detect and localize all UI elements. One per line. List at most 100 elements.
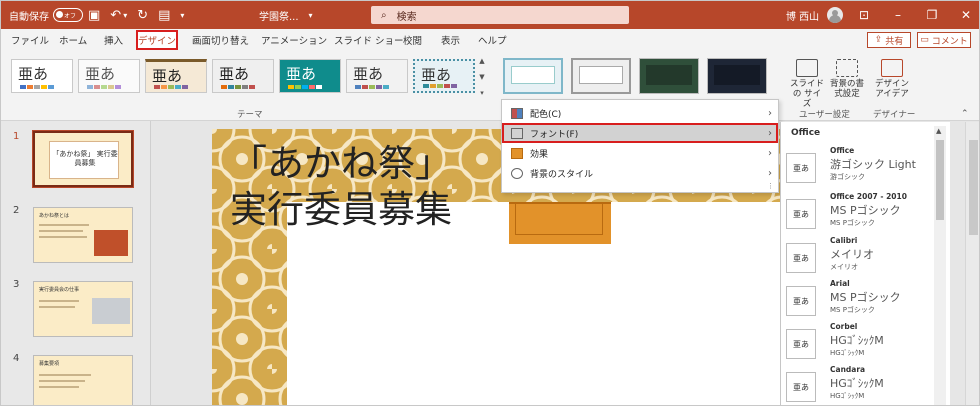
document-title[interactable]: 学園祭...: [259, 8, 299, 23]
font-option-candara[interactable]: 亜あ Candara HGｺﾞｼｯｸM HGｺﾞｼｯｸM: [781, 365, 941, 405]
font-icon: [511, 127, 523, 139]
tab-review[interactable]: 校閲: [403, 33, 422, 47]
font-option-calibri[interactable]: 亜あ Calibri メイリオ メイリオ: [781, 236, 941, 280]
tab-home[interactable]: ホーム: [59, 33, 87, 47]
menu-item-background-styles[interactable]: 背景のスタイル ›: [502, 163, 778, 183]
search-icon: ⌕: [381, 9, 387, 21]
font-option-office[interactable]: 亜あ Office 游ゴシック Light 游ゴシック: [781, 146, 941, 190]
comment-button[interactable]: ▭ コメント: [917, 32, 971, 48]
menu-item-effects[interactable]: 効果 ›: [502, 143, 778, 163]
slide-thumbnail-4[interactable]: 募集要項: [33, 355, 133, 405]
minimize-icon[interactable]: –: [881, 8, 915, 22]
search-input[interactable]: 検索: [397, 8, 417, 23]
powerpoint-window: 自動保存 オフ ▣ ↶ ▾ ↻ ▤ ▾ 学園祭... ▾ ⌕ 検索 博 西山 ⊡…: [0, 0, 980, 406]
tab-file[interactable]: ファイル: [11, 33, 49, 47]
variant-2[interactable]: [571, 58, 631, 94]
tab-slideshow[interactable]: スライド ショー: [334, 33, 404, 47]
ribbon-display-icon[interactable]: ⊡: [847, 8, 881, 22]
font-preview-icon: 亜あ: [786, 199, 816, 229]
scroll-up-icon[interactable]: ▲: [476, 57, 488, 65]
slide-title[interactable]: 「あかね祭」 実行委員募集: [181, 141, 501, 233]
slide-number-4: 4: [13, 353, 20, 364]
slide-thumbnail-2[interactable]: あかね祭とは: [33, 207, 133, 263]
font-submenu-header: Office: [791, 128, 821, 138]
autosave-toggle[interactable]: オフ: [53, 8, 83, 22]
font-submenu: Office 亜あ Office 游ゴシック Light 游ゴシック 亜あ Of…: [780, 122, 950, 405]
tab-animations[interactable]: アニメーション: [261, 33, 327, 47]
restore-icon[interactable]: ❐: [915, 8, 949, 22]
save-icon[interactable]: ▣: [88, 8, 100, 23]
theme-gallery-scroll[interactable]: ▲ ▼ ▾: [476, 57, 488, 97]
chevron-right-icon: ›: [768, 107, 772, 119]
slide-number-2: 2: [13, 205, 20, 216]
tab-view[interactable]: 表示: [441, 33, 460, 47]
autosave-label: 自動保存: [9, 11, 49, 23]
tab-insert[interactable]: 挿入: [104, 33, 123, 47]
slide-number-3: 3: [13, 279, 20, 290]
resize-grip-icon[interactable]: ⋮: [767, 182, 774, 190]
editor-scrollbar[interactable]: [965, 122, 979, 405]
tab-design[interactable]: デザイン: [136, 30, 178, 50]
theme-6[interactable]: 亜あ: [346, 59, 408, 93]
theme-office[interactable]: 亜あ: [11, 59, 73, 93]
chevron-right-icon: ›: [768, 147, 772, 159]
redo-icon[interactable]: ↻: [137, 8, 148, 23]
font-submenu-scrollbar[interactable]: ▲: [934, 126, 946, 405]
theme-7[interactable]: 亜あ: [413, 59, 475, 93]
variant-1[interactable]: [503, 58, 563, 94]
slide-orange-tab: [509, 202, 611, 244]
designer-group-label: デザイナー: [873, 110, 916, 120]
customize-qat-icon[interactable]: ▾: [180, 11, 184, 20]
chevron-right-icon: ›: [768, 127, 772, 139]
undo-dropdown-icon[interactable]: ▾: [123, 11, 127, 20]
scrollbar-thumb[interactable]: [936, 140, 944, 220]
scroll-up-icon[interactable]: ▲: [936, 127, 941, 135]
theme-4[interactable]: 亜あ: [212, 59, 274, 93]
close-icon[interactable]: ✕: [949, 8, 979, 22]
format-background-icon: [836, 59, 858, 77]
font-option-office-2007[interactable]: 亜あ Office 2007 - 2010 MS Pゴシック MS Pゴシック: [781, 192, 941, 236]
slide-number-1: 1: [13, 131, 20, 142]
chevron-right-icon: ›: [768, 167, 772, 179]
tab-help[interactable]: ヘルプ: [478, 33, 507, 47]
user-settings-group-label: ユーザー設定: [799, 110, 850, 120]
slide-size-button[interactable]: スライドの サイズ: [789, 59, 825, 109]
format-background-button[interactable]: 背景の書 式設定: [829, 59, 865, 99]
slide-thumbnail-3[interactable]: 実行委員会の仕事: [33, 281, 133, 337]
design-ideas-button[interactable]: デザイン アイデア: [875, 59, 909, 99]
collapse-ribbon-icon[interactable]: ⌃: [961, 109, 969, 119]
font-option-arial[interactable]: 亜あ Arial MS Pゴシック MS Pゴシック: [781, 279, 941, 323]
theme-group-label: テーマ: [237, 110, 263, 120]
title-chevron-down-icon[interactable]: ▾: [309, 11, 313, 20]
menu-item-fonts[interactable]: フォント(F) ›: [502, 123, 778, 143]
scroll-down-icon[interactable]: ▼: [476, 73, 488, 81]
share-button[interactable]: ⇪ 共有: [867, 32, 911, 48]
effects-icon: [511, 147, 523, 159]
variants-dropdown: 配色(C) › フォント(F) › 効果 › 背景のスタイル › ⋮: [501, 99, 779, 193]
font-preview-icon: 亜あ: [786, 372, 816, 402]
background-style-icon: [511, 167, 523, 179]
variant-4[interactable]: [707, 58, 767, 94]
menu-item-colors[interactable]: 配色(C) ›: [502, 103, 778, 123]
tab-transitions[interactable]: 画面切り替え: [192, 33, 249, 47]
theme-2[interactable]: 亜あ: [78, 59, 140, 93]
undo-icon[interactable]: ↶: [110, 8, 121, 23]
slide-size-icon: [796, 59, 818, 77]
thumb1-title: 「あかね祭」 実行委員募集: [52, 150, 118, 167]
slide-thumbnails-panel: 1 「あかね祭」 実行委員募集 2 あかね祭とは 3 実行委員会の仕事 4 募集…: [1, 121, 151, 405]
theme-5[interactable]: 亜あ: [279, 59, 341, 93]
present-icon[interactable]: ▤: [158, 8, 170, 23]
theme-3[interactable]: 亜あ: [145, 59, 207, 93]
gallery-expand-icon[interactable]: ▾: [476, 89, 488, 97]
font-preview-icon: 亜あ: [786, 243, 816, 273]
user-name[interactable]: 博 西山: [786, 8, 819, 23]
font-preview-icon: 亜あ: [786, 329, 816, 359]
slide-thumbnail-1[interactable]: 「あかね祭」 実行委員募集: [33, 131, 133, 187]
avatar[interactable]: [827, 7, 844, 23]
scrollbar-thumb[interactable]: [969, 140, 978, 235]
search-box[interactable]: ⌕ 検索: [371, 6, 629, 24]
font-preview-icon: 亜あ: [786, 286, 816, 316]
variant-3[interactable]: [639, 58, 699, 94]
design-ideas-icon: [881, 59, 903, 77]
font-option-corbel[interactable]: 亜あ Corbel HGｺﾞｼｯｸM HGｺﾞｼｯｸM: [781, 322, 941, 366]
